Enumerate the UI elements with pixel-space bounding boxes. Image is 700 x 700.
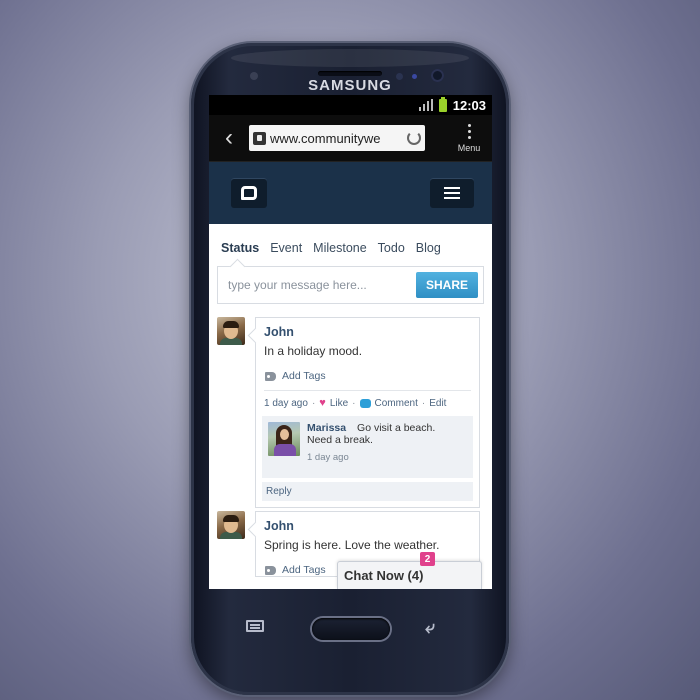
tag-icon: [265, 565, 276, 575]
comment-item: Marissa Go visit a beach. Need a break. …: [262, 416, 473, 478]
post-time: 1 day ago: [264, 397, 308, 409]
front-camera: [431, 69, 444, 82]
menu-label: Menu: [457, 142, 481, 153]
tag-icon: [265, 371, 276, 381]
back-icon[interactable]: ⤶: [425, 617, 435, 638]
avatar[interactable]: [217, 317, 245, 345]
status-bar: 12:03: [209, 95, 492, 115]
chat-label: Chat Now (4): [344, 568, 424, 583]
chat-badge: 2: [420, 552, 435, 566]
avatar[interactable]: [268, 422, 300, 456]
chat-now-button[interactable]: Chat Now (4) 2: [337, 552, 482, 589]
comment-text-line1: Go visit a beach.: [357, 422, 436, 434]
signal-icon: [418, 99, 433, 111]
phone-sheen: [231, 49, 469, 67]
comment-text-line2: Need a break.: [307, 434, 373, 446]
post-text: In a holiday mood.: [264, 344, 363, 358]
comment-icon: [359, 398, 371, 408]
post-author[interactable]: John: [264, 519, 471, 533]
recent-apps-icon[interactable]: [246, 620, 264, 632]
heart-icon: ♥: [319, 397, 326, 409]
comment-author[interactable]: Marissa: [307, 422, 346, 434]
home-button[interactable]: [312, 618, 390, 640]
browser-toolbar: ‹ www.communitywe Menu: [209, 115, 492, 162]
share-button[interactable]: SHARE: [416, 272, 478, 298]
add-tags-label: Add Tags: [282, 564, 326, 576]
hamburger-menu-button[interactable]: [430, 178, 474, 208]
post-item: John In a holiday mood. Add Tags 1 day a…: [217, 317, 484, 508]
brand-logo: SAMSUNG: [308, 77, 392, 94]
url-bar[interactable]: www.communitywe: [249, 125, 425, 151]
edit-link[interactable]: Edit: [429, 398, 446, 409]
chat-bubble-icon: [241, 186, 257, 200]
post-type-tabs: Status Event Milestone Todo Blog: [217, 224, 484, 266]
post-text: Spring is here. Love the weather.: [264, 538, 440, 552]
url-text: www.communitywe: [270, 130, 381, 146]
site-logo[interactable]: [231, 178, 267, 208]
favicon-icon: [253, 131, 266, 145]
clock: 12:03: [452, 97, 486, 113]
tab-blog[interactable]: Blog: [416, 241, 441, 266]
post-meta: 1 day ago · ♥ Like · Comment · Edit: [264, 390, 471, 409]
reload-icon[interactable]: [407, 131, 421, 145]
browser-menu-button[interactable]: Menu: [452, 123, 486, 153]
message-input[interactable]: type your message here...: [228, 278, 416, 292]
like-link[interactable]: Like: [330, 398, 348, 409]
site-header: [209, 162, 492, 224]
overflow-menu-icon: [452, 123, 486, 139]
tab-event[interactable]: Event: [270, 241, 302, 266]
earpiece-speaker: [318, 71, 382, 76]
tab-todo[interactable]: Todo: [378, 241, 405, 266]
post-card: John In a holiday mood. Add Tags 1 day a…: [255, 317, 480, 508]
comment-time: 1 day ago: [307, 452, 349, 463]
reply-link[interactable]: Reply: [262, 482, 473, 501]
sensor-dot: [396, 73, 403, 80]
indicator-led: [412, 74, 417, 79]
phone-device: SAMSUNG 12:03 ‹ www.communitywe Menu Sta…: [191, 43, 509, 695]
status-composer: type your message here... SHARE: [217, 266, 484, 304]
add-tags-link[interactable]: Add Tags: [264, 370, 471, 382]
add-tags-label: Add Tags: [282, 370, 326, 382]
comment-body: Marissa Go visit a beach. Need a break. …: [307, 422, 435, 472]
post-author[interactable]: John: [264, 325, 471, 339]
battery-icon: [438, 96, 447, 112]
avatar[interactable]: [217, 511, 245, 539]
screen: 12:03 ‹ www.communitywe Menu Status Even…: [209, 95, 492, 589]
tab-milestone[interactable]: Milestone: [313, 241, 367, 266]
comment-link[interactable]: Comment: [375, 398, 418, 409]
stream-content: Status Event Milestone Todo Blog type yo…: [209, 224, 492, 589]
browser-back-icon[interactable]: ‹: [215, 124, 243, 152]
